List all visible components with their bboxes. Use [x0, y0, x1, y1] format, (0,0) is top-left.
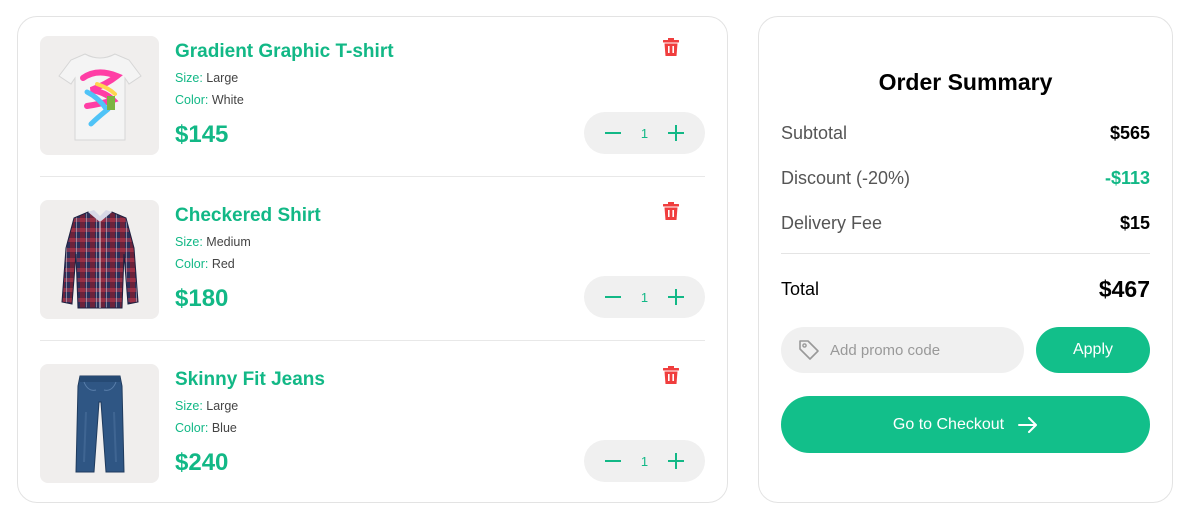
order-summary-panel: Order Summary Subtotal $565 Discount (-2…: [758, 16, 1173, 503]
product-name[interactable]: Skinny Fit Jeans: [175, 368, 325, 392]
quantity-value: 1: [640, 289, 649, 305]
minus-icon: [605, 132, 621, 134]
size-value: Medium: [206, 235, 251, 249]
apply-promo-button[interactable]: Apply: [1036, 327, 1150, 373]
delivery-fee-value: $15: [1119, 212, 1150, 233]
color-value: Blue: [211, 421, 237, 435]
item-info: Checkered Shirt Size: Medium Color: Red …: [175, 204, 321, 313]
increase-quantity-button[interactable]: [667, 288, 685, 306]
size-value: Large: [206, 399, 239, 413]
subtotal-row: Subtotal $565: [781, 120, 1150, 146]
item-info: Gradient Graphic T-shirt Size: Large Col…: [175, 40, 394, 149]
plus-icon: [667, 289, 684, 305]
size-value: Large: [206, 71, 239, 85]
product-price: $180: [175, 285, 229, 312]
quantity-stepper: 1: [584, 440, 705, 482]
discount-label: Discount (-20%): [781, 167, 911, 188]
product-price: $240: [175, 449, 229, 476]
trash-icon: [663, 38, 679, 56]
total-value: $467: [1098, 275, 1150, 302]
product-color: Color: White: [175, 92, 394, 108]
total-label: Total: [781, 278, 820, 299]
quantity-value: 1: [640, 125, 649, 141]
cart-item: Skinny Fit Jeans Size: Large Color: Blue…: [40, 341, 705, 505]
decrease-quantity-button[interactable]: [604, 452, 622, 470]
decrease-quantity-button[interactable]: [604, 288, 622, 306]
product-image[interactable]: [40, 364, 159, 483]
delivery-fee-row: Delivery Fee $15: [781, 210, 1150, 236]
order-summary-title: Order Summary: [878, 69, 1053, 95]
product-size: Size: Large: [175, 398, 325, 414]
product-name[interactable]: Checkered Shirt: [175, 204, 321, 228]
product-size: Size: Large: [175, 70, 394, 86]
promo-code-input[interactable]: [830, 341, 1010, 359]
quantity-stepper: 1: [584, 276, 705, 318]
delete-item-button[interactable]: [661, 364, 681, 386]
checkout-button[interactable]: Go to Checkout: [781, 396, 1150, 453]
product-color: Color: Red: [175, 256, 321, 272]
increase-quantity-button[interactable]: [667, 124, 685, 142]
product-color: Color: Blue: [175, 420, 325, 436]
quantity-stepper: 1: [584, 112, 705, 154]
cart-item: Checkered Shirt Size: Medium Color: Red …: [40, 177, 705, 341]
delivery-fee-label: Delivery Fee: [781, 212, 883, 233]
summary-divider: [781, 253, 1150, 254]
minus-icon: [605, 296, 621, 298]
trash-icon: [663, 366, 679, 384]
tshirt-image: [57, 52, 142, 140]
product-price: $145: [175, 121, 229, 148]
plus-icon: [667, 125, 684, 141]
subtotal-value: $565: [1109, 122, 1150, 143]
size-label: Size:: [175, 235, 203, 249]
discount-row: Discount (-20%) -$113: [781, 165, 1150, 191]
decrease-quantity-button[interactable]: [604, 124, 622, 142]
total-row: Total $467: [781, 276, 1150, 302]
product-size: Size: Medium: [175, 234, 321, 250]
color-label: Color:: [175, 257, 209, 271]
size-label: Size:: [175, 399, 203, 413]
trash-icon: [663, 202, 679, 220]
cart-item: Gradient Graphic T-shirt Size: Large Col…: [40, 17, 705, 177]
color-label: Color:: [175, 421, 209, 435]
minus-icon: [605, 460, 621, 462]
delete-item-button[interactable]: [661, 36, 681, 58]
promo-code-field[interactable]: [781, 327, 1024, 373]
discount-value: -$113: [1104, 167, 1150, 188]
cart-panel: Gradient Graphic T-shirt Size: Large Col…: [17, 16, 728, 503]
color-label: Color:: [175, 93, 209, 107]
product-name[interactable]: Gradient Graphic T-shirt: [175, 40, 394, 64]
item-info: Skinny Fit Jeans Size: Large Color: Blue…: [175, 368, 325, 477]
jeans-image: [74, 375, 125, 472]
size-label: Size:: [175, 71, 203, 85]
checkout-label: Go to Checkout: [892, 415, 1005, 433]
arrow-right-icon: [1018, 416, 1038, 433]
color-value: Red: [211, 257, 235, 271]
shirt-image: [60, 209, 139, 308]
subtotal-label: Subtotal: [781, 122, 848, 143]
delete-item-button[interactable]: [661, 200, 681, 222]
plus-icon: [667, 453, 684, 469]
increase-quantity-button[interactable]: [667, 452, 685, 470]
color-value: White: [211, 93, 244, 107]
product-image[interactable]: [40, 36, 159, 155]
tag-icon: [799, 340, 819, 360]
product-image[interactable]: [40, 200, 159, 319]
quantity-value: 1: [640, 453, 649, 469]
